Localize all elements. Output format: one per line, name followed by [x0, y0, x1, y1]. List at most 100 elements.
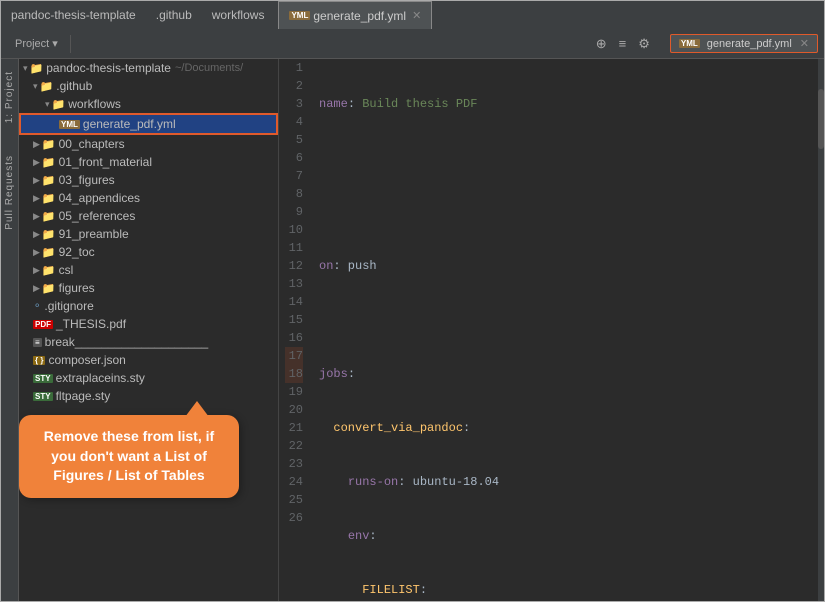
- callout-area: Remove these from list, if you don't wan…: [19, 415, 278, 498]
- tab-close-icon[interactable]: ✕: [412, 9, 421, 22]
- code-line-1: name: Build thesis PDF: [319, 95, 816, 113]
- csl-label: csl: [59, 263, 74, 277]
- code-line-2: [319, 149, 816, 167]
- tab-generate-pdf[interactable]: YML generate_pdf.yml ✕: [278, 1, 432, 29]
- preamble-chevron-icon: ▶: [33, 229, 40, 240]
- appendices-chevron-icon: ▶: [33, 193, 40, 204]
- sidebar-item-gitignore[interactable]: ⚬ .gitignore: [19, 297, 278, 315]
- sidebar-item-toc[interactable]: ▶ 📁 92_toc: [19, 243, 278, 261]
- composer-icon: { }: [33, 356, 45, 365]
- add-icon-button[interactable]: ⊕: [592, 34, 611, 54]
- scroll-thumb[interactable]: [818, 89, 824, 149]
- file-tree: ▾ 📁 pandoc-thesis-template ~/Documents/ …: [19, 59, 279, 601]
- gitignore-label: .gitignore: [44, 299, 93, 313]
- gitignore-icon: ⚬: [33, 301, 41, 312]
- title-bar: pandoc-thesis-template .github workflows…: [1, 1, 824, 29]
- break-label: break____________________: [45, 335, 209, 349]
- break-icon: ≡: [33, 338, 42, 347]
- thesis-pdf-label: _THESIS.pdf: [56, 317, 126, 331]
- appendices-folder-icon: 📁: [42, 192, 56, 205]
- sidebar-item-thesis-pdf[interactable]: PDF _THESIS.pdf: [19, 315, 278, 333]
- preamble-folder-icon: 📁: [42, 228, 56, 241]
- callout-text: Remove these from list, if you don't wan…: [44, 428, 214, 483]
- csl-folder-icon: 📁: [42, 264, 56, 277]
- root-folder-icon: 📁: [30, 62, 44, 75]
- sidebar-item-front-material[interactable]: ▶ 📁 01_front_material: [19, 153, 278, 171]
- main-area: 1: Project Pull Requests ▾ 📁 pandoc-thes…: [1, 59, 824, 601]
- figures-top-chevron-icon: ▶: [33, 175, 40, 186]
- project-chevron-icon: ▾: [52, 37, 58, 50]
- active-file-label: generate_pdf.yml: [707, 38, 792, 50]
- workflows-folder-icon: 📁: [52, 98, 66, 111]
- appendices-label: 04_appendices: [59, 191, 140, 205]
- sidebar-item-figures-top[interactable]: ▶ 📁 03_figures: [19, 171, 278, 189]
- project-label: Project: [15, 38, 49, 50]
- code-line-4: on: push: [319, 257, 816, 275]
- front-material-folder-icon: 📁: [42, 156, 56, 169]
- sidebar-item-appendices[interactable]: ▶ 📁 04_appendices: [19, 189, 278, 207]
- code-line-7: convert_via_pandoc:: [319, 419, 816, 437]
- sidebar-item-references[interactable]: ▶ 📁 05_references: [19, 207, 278, 225]
- sidebar-item-composer[interactable]: { } composer.json: [19, 351, 278, 369]
- active-file-close-icon[interactable]: ✕: [800, 37, 809, 50]
- github-chevron-icon: ▾: [33, 81, 38, 92]
- sidebar-item-workflows[interactable]: ▾ 📁 workflows: [19, 95, 278, 113]
- root-path: ~/Documents/: [175, 62, 243, 74]
- code-line-5: [319, 311, 816, 329]
- toc-chevron-icon: ▶: [33, 247, 40, 258]
- active-file-yaml-icon: YML: [679, 39, 700, 48]
- code-editor[interactable]: 1 2 3 4 5 6 7 8 9 10 11 12 13 14 15 16 1: [279, 59, 824, 601]
- root-label: pandoc-thesis-template: [46, 61, 171, 75]
- tab-generate-pdf-label: generate_pdf.yml: [313, 9, 406, 23]
- toolbar-separator: [70, 35, 71, 53]
- sidebar-item-github[interactable]: ▾ 📁 .github: [19, 77, 278, 95]
- scroll-indicator[interactable]: [818, 59, 824, 601]
- sidebar-item-chapters[interactable]: ▶ 📁 00_chapters: [19, 135, 278, 153]
- file-tree-root[interactable]: ▾ 📁 pandoc-thesis-template ~/Documents/: [19, 59, 278, 77]
- chapters-chevron-icon: ▶: [33, 139, 40, 150]
- figures-chevron-icon: ▶: [33, 283, 40, 294]
- extraplaceins-label: extraplaceins.sty: [56, 371, 145, 385]
- sidebar-item-fltpage[interactable]: STY fltpage.sty: [19, 387, 278, 405]
- tab-pandoc-thesis-template[interactable]: pandoc-thesis-template: [1, 1, 146, 29]
- workflows-label: workflows: [68, 97, 121, 111]
- figures-label: figures: [59, 281, 95, 295]
- github-label: .github: [56, 79, 92, 93]
- callout-bubble: Remove these from list, if you don't wan…: [19, 415, 239, 498]
- sidebar-item-csl[interactable]: ▶ 📁 csl: [19, 261, 278, 279]
- csl-chevron-icon: ▶: [33, 265, 40, 276]
- toolbar: Project ▾ ⊕ ≡ ⚙ YML generate_pdf.yml ✕: [1, 29, 824, 59]
- line-numbers: 1 2 3 4 5 6 7 8 9 10 11 12 13 14 15 16 1: [279, 59, 311, 601]
- project-panel-label[interactable]: 1: Project: [4, 71, 15, 123]
- tab-github[interactable]: .github: [146, 1, 202, 29]
- figures-top-folder-icon: 📁: [42, 174, 56, 187]
- main-window: pandoc-thesis-template .github workflows…: [0, 0, 825, 602]
- code-line-9: env:: [319, 527, 816, 545]
- sidebar-item-generate-pdf[interactable]: YML generate_pdf.yml: [19, 113, 278, 135]
- references-label: 05_references: [59, 209, 136, 223]
- settings-icon-button[interactable]: ≡: [615, 34, 631, 53]
- toc-folder-icon: 📁: [42, 246, 56, 259]
- sidebar-item-extraplaceins[interactable]: STY extraplaceins.sty: [19, 369, 278, 387]
- project-dropdown-button[interactable]: Project ▾: [7, 35, 66, 52]
- code-line-3: [319, 203, 816, 221]
- code-line-8: runs-on: ubuntu-18.04: [319, 473, 816, 491]
- thesis-pdf-icon: PDF: [33, 320, 53, 329]
- references-chevron-icon: ▶: [33, 211, 40, 222]
- side-panel: 1: Project Pull Requests: [1, 59, 19, 601]
- pull-requests-panel-label[interactable]: Pull Requests: [4, 155, 15, 230]
- tab-workflows[interactable]: workflows: [202, 1, 275, 29]
- preamble-label: 91_preamble: [59, 227, 129, 241]
- fltpage-icon: STY: [33, 392, 53, 401]
- references-folder-icon: 📁: [42, 210, 56, 223]
- figures-top-label: 03_figures: [59, 173, 115, 187]
- sidebar-item-preamble[interactable]: ▶ 📁 91_preamble: [19, 225, 278, 243]
- workflows-chevron-icon: ▾: [45, 99, 50, 110]
- generate-pdf-yaml-icon: YML: [59, 120, 80, 129]
- front-material-label: 01_front_material: [59, 155, 152, 169]
- code-line-10: FILELIST:: [319, 581, 816, 599]
- figures-folder-icon: 📁: [42, 282, 56, 295]
- gear-icon-button[interactable]: ⚙: [634, 34, 654, 54]
- sidebar-item-figures[interactable]: ▶ 📁 figures: [19, 279, 278, 297]
- chapters-folder-icon: 📁: [42, 138, 56, 151]
